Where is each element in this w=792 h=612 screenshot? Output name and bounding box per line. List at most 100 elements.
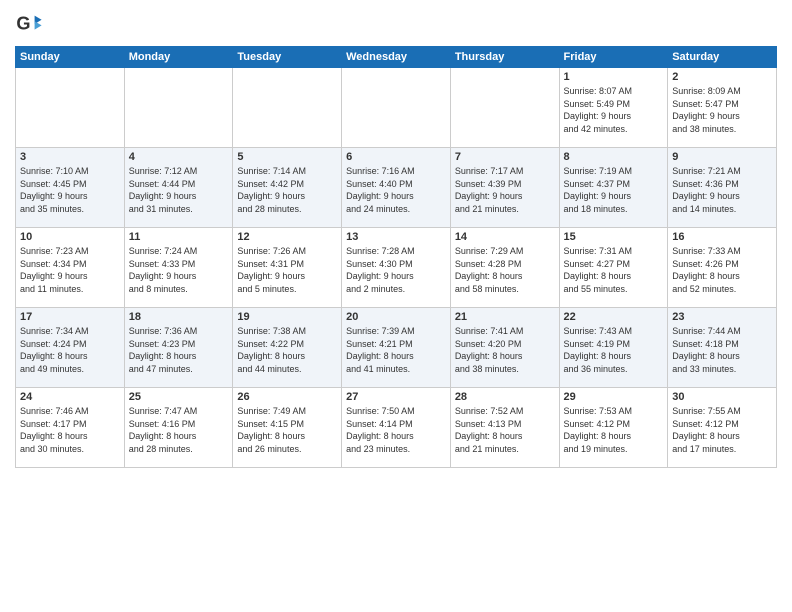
calendar-cell: [16, 68, 125, 148]
day-header-tuesday: Tuesday: [233, 47, 342, 68]
calendar-cell: 24 Sunrise: 7:46 AM Sunset: 4:17 PM Dayli…: [16, 388, 125, 468]
day-info: Sunrise: 7:10 AM Sunset: 4:45 PM Dayligh…: [20, 165, 120, 215]
day-header-saturday: Saturday: [668, 47, 777, 68]
calendar-cell: 3 Sunrise: 7:10 AM Sunset: 4:45 PM Daylig…: [16, 148, 125, 228]
calendar-cell: 28 Sunrise: 7:52 AM Sunset: 4:13 PM Dayli…: [450, 388, 559, 468]
day-number: 4: [129, 151, 229, 163]
day-number: 20: [346, 311, 446, 323]
day-info: Sunrise: 8:07 AM Sunset: 5:49 PM Dayligh…: [564, 85, 664, 135]
calendar-cell: 12Sunrise: 7:26 AM Sunset: 4:31 PM Dayli…: [233, 228, 342, 308]
day-number: 3: [20, 151, 120, 163]
page-header: G: [15, 10, 777, 38]
day-number: 22: [564, 311, 664, 323]
calendar-cell: 14 Sunrise: 7:29 AM Sunset: 4:28 PM Dayli…: [450, 228, 559, 308]
day-info: Sunrise: 7:52 AM Sunset: 4:13 PM Dayligh…: [455, 405, 555, 455]
calendar-cell: 22 Sunrise: 7:43 AM Sunset: 4:19 PM Dayli…: [559, 308, 668, 388]
day-header-sunday: Sunday: [16, 47, 125, 68]
day-info: Sunrise: 7:55 AM Sunset: 4:12 PM Dayligh…: [672, 405, 772, 455]
day-number: 28: [455, 391, 555, 403]
calendar-cell: 25 Sunrise: 7:47 AM Sunset: 4:16 PM Dayli…: [124, 388, 233, 468]
calendar-header-row: SundayMondayTuesdayWednesdayThursdayFrid…: [16, 47, 777, 68]
day-number: 6: [346, 151, 446, 163]
calendar-cell: [342, 68, 451, 148]
calendar-cell: 20 Sunrise: 7:39 AM Sunset: 4:21 PM Dayli…: [342, 308, 451, 388]
page-container: G SundayMondayTuesdayWednesdayThursdayFr…: [0, 0, 792, 478]
day-number: 10: [20, 231, 120, 243]
day-info: Sunrise: 7:43 AM Sunset: 4:19 PM Dayligh…: [564, 325, 664, 375]
calendar-cell: 19 Sunrise: 7:38 AM Sunset: 4:22 PM Dayli…: [233, 308, 342, 388]
week-row-1: 3 Sunrise: 7:10 AM Sunset: 4:45 PM Daylig…: [16, 148, 777, 228]
day-number: 12: [237, 231, 337, 243]
logo: G: [15, 10, 45, 38]
calendar-cell: 21 Sunrise: 7:41 AM Sunset: 4:20 PM Dayli…: [450, 308, 559, 388]
calendar-cell: 5Sunrise: 7:14 AM Sunset: 4:42 PM Daylig…: [233, 148, 342, 228]
day-number: 23: [672, 311, 772, 323]
day-info: Sunrise: 7:28 AM Sunset: 4:30 PM Dayligh…: [346, 245, 446, 295]
day-info: Sunrise: 7:19 AM Sunset: 4:37 PM Dayligh…: [564, 165, 664, 215]
day-number: 27: [346, 391, 446, 403]
day-number: 14: [455, 231, 555, 243]
calendar-cell: [450, 68, 559, 148]
day-number: 30: [672, 391, 772, 403]
day-number: 7: [455, 151, 555, 163]
week-row-0: 1 Sunrise: 8:07 AM Sunset: 5:49 PM Daylig…: [16, 68, 777, 148]
day-info: Sunrise: 7:12 AM Sunset: 4:44 PM Dayligh…: [129, 165, 229, 215]
week-row-3: 17Sunrise: 7:34 AM Sunset: 4:24 PM Dayli…: [16, 308, 777, 388]
day-info: Sunrise: 7:23 AM Sunset: 4:34 PM Dayligh…: [20, 245, 120, 295]
day-info: Sunrise: 7:21 AM Sunset: 4:36 PM Dayligh…: [672, 165, 772, 215]
day-info: Sunrise: 7:17 AM Sunset: 4:39 PM Dayligh…: [455, 165, 555, 215]
day-number: 13: [346, 231, 446, 243]
day-number: 1: [564, 71, 664, 83]
calendar-cell: 26 Sunrise: 7:49 AM Sunset: 4:15 PM Dayli…: [233, 388, 342, 468]
calendar-cell: 9Sunrise: 7:21 AM Sunset: 4:36 PM Daylig…: [668, 148, 777, 228]
svg-text:G: G: [16, 14, 30, 34]
day-header-thursday: Thursday: [450, 47, 559, 68]
calendar-cell: 16Sunrise: 7:33 AM Sunset: 4:26 PM Dayli…: [668, 228, 777, 308]
day-number: 19: [237, 311, 337, 323]
calendar-cell: 18Sunrise: 7:36 AM Sunset: 4:23 PM Dayli…: [124, 308, 233, 388]
day-info: Sunrise: 7:50 AM Sunset: 4:14 PM Dayligh…: [346, 405, 446, 455]
day-number: 18: [129, 311, 229, 323]
day-number: 15: [564, 231, 664, 243]
day-info: Sunrise: 7:49 AM Sunset: 4:15 PM Dayligh…: [237, 405, 337, 455]
day-number: 17: [20, 311, 120, 323]
calendar-cell: 8Sunrise: 7:19 AM Sunset: 4:37 PM Daylig…: [559, 148, 668, 228]
logo-icon: G: [15, 10, 43, 38]
calendar-cell: 29 Sunrise: 7:53 AM Sunset: 4:12 PM Dayli…: [559, 388, 668, 468]
calendar-cell: 1 Sunrise: 8:07 AM Sunset: 5:49 PM Daylig…: [559, 68, 668, 148]
calendar-cell: [233, 68, 342, 148]
day-number: 26: [237, 391, 337, 403]
day-info: Sunrise: 7:29 AM Sunset: 4:28 PM Dayligh…: [455, 245, 555, 295]
calendar-cell: 4 Sunrise: 7:12 AM Sunset: 4:44 PM Daylig…: [124, 148, 233, 228]
day-info: Sunrise: 7:39 AM Sunset: 4:21 PM Dayligh…: [346, 325, 446, 375]
calendar-cell: 23 Sunrise: 7:44 AM Sunset: 4:18 PM Dayli…: [668, 308, 777, 388]
day-info: Sunrise: 7:38 AM Sunset: 4:22 PM Dayligh…: [237, 325, 337, 375]
calendar-table: SundayMondayTuesdayWednesdayThursdayFrid…: [15, 46, 777, 468]
day-info: Sunrise: 7:47 AM Sunset: 4:16 PM Dayligh…: [129, 405, 229, 455]
calendar-cell: 17Sunrise: 7:34 AM Sunset: 4:24 PM Dayli…: [16, 308, 125, 388]
day-number: 25: [129, 391, 229, 403]
calendar-cell: 2Sunrise: 8:09 AM Sunset: 5:47 PM Daylig…: [668, 68, 777, 148]
calendar-cell: 7 Sunrise: 7:17 AM Sunset: 4:39 PM Daylig…: [450, 148, 559, 228]
day-number: 2: [672, 71, 772, 83]
calendar-cell: 10 Sunrise: 7:23 AM Sunset: 4:34 PM Dayli…: [16, 228, 125, 308]
calendar-cell: 30 Sunrise: 7:55 AM Sunset: 4:12 PM Dayli…: [668, 388, 777, 468]
calendar-cell: 27 Sunrise: 7:50 AM Sunset: 4:14 PM Dayli…: [342, 388, 451, 468]
day-number: 11: [129, 231, 229, 243]
day-number: 21: [455, 311, 555, 323]
day-info: Sunrise: 7:24 AM Sunset: 4:33 PM Dayligh…: [129, 245, 229, 295]
day-header-friday: Friday: [559, 47, 668, 68]
day-number: 29: [564, 391, 664, 403]
day-number: 16: [672, 231, 772, 243]
day-number: 24: [20, 391, 120, 403]
calendar-cell: 11 Sunrise: 7:24 AM Sunset: 4:33 PM Dayli…: [124, 228, 233, 308]
day-info: Sunrise: 7:41 AM Sunset: 4:20 PM Dayligh…: [455, 325, 555, 375]
day-info: Sunrise: 7:44 AM Sunset: 4:18 PM Dayligh…: [672, 325, 772, 375]
calendar-cell: 15Sunrise: 7:31 AM Sunset: 4:27 PM Dayli…: [559, 228, 668, 308]
day-info: Sunrise: 7:46 AM Sunset: 4:17 PM Dayligh…: [20, 405, 120, 455]
week-row-2: 10 Sunrise: 7:23 AM Sunset: 4:34 PM Dayli…: [16, 228, 777, 308]
day-header-monday: Monday: [124, 47, 233, 68]
day-number: 5: [237, 151, 337, 163]
day-info: Sunrise: 7:53 AM Sunset: 4:12 PM Dayligh…: [564, 405, 664, 455]
calendar-cell: 13 Sunrise: 7:28 AM Sunset: 4:30 PM Dayli…: [342, 228, 451, 308]
